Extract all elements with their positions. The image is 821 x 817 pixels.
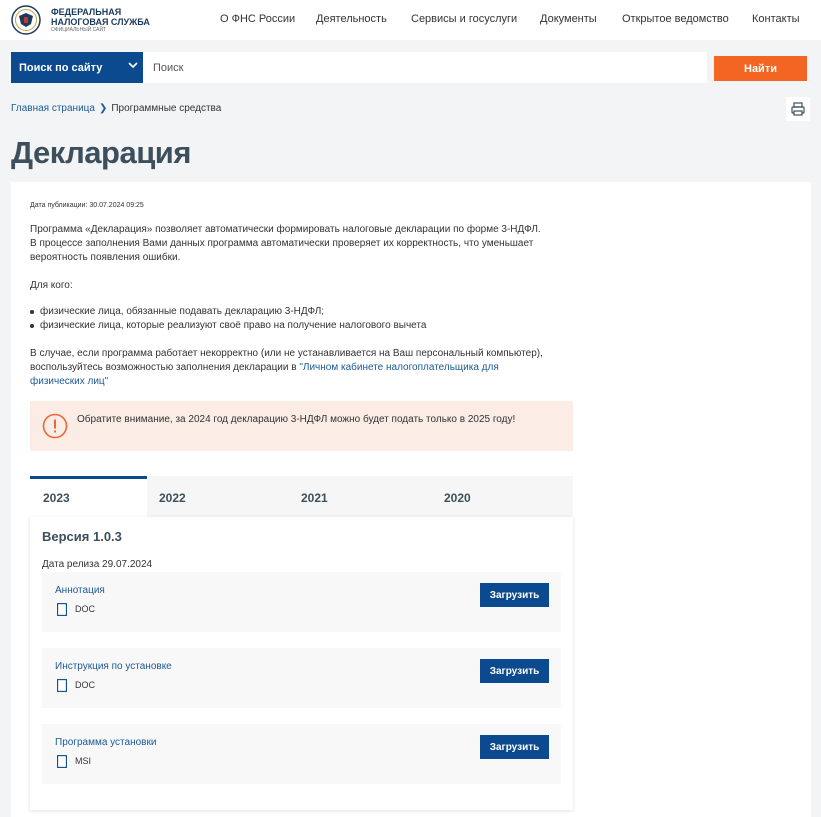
notice-banner: Обратите внимание, за 2024 год деклараци…	[30, 401, 573, 451]
intro-line: Программа «Декларация» позволяет автомат…	[30, 224, 541, 235]
for-whom-label: Для кого:	[30, 280, 73, 291]
audience-list: физические лица, обязанные подавать декл…	[30, 305, 426, 333]
logo-subtitle: ОФИЦИАЛЬНЫЙ САЙТ	[51, 27, 107, 33]
content-card: Дата публикации: 30.07.2024 09:25 Програ…	[11, 182, 811, 817]
search-button[interactable]: Найти	[714, 56, 807, 81]
file-row-instruction: Инструкция по установке DOC Загрузить	[42, 648, 561, 708]
nav-open-agency[interactable]: Открытое ведомство	[622, 13, 729, 25]
document-icon	[57, 603, 67, 616]
nav-documents[interactable]: Документы	[540, 13, 597, 25]
release-date: Дата релиза 29.07.2024	[42, 559, 153, 570]
file-type: MSI	[75, 756, 92, 766]
download-annotation-button[interactable]: Загрузить	[480, 583, 549, 607]
download-instruction-button[interactable]: Загрузить	[480, 659, 549, 683]
fallback-line: воспользуйтесь возможностью заполнения д…	[30, 362, 300, 373]
search-scope-select[interactable]: Поиск по сайту	[11, 52, 143, 83]
file-link-installer[interactable]: Программа установки	[55, 737, 156, 748]
publication-date: Дата публикации: 30.07.2024 09:25	[30, 202, 144, 209]
version-title: Версия 1.0.3	[42, 529, 122, 544]
file-row-annotation: Аннотация DOC Загрузить	[42, 572, 561, 632]
info-circle-icon	[42, 413, 68, 439]
notice-text: Обратите внимание, за 2024 год деклараци…	[77, 414, 516, 425]
tab-panel-2023: Версия 1.0.3 Дата релиза 29.07.2024 Анно…	[30, 517, 573, 810]
site-header: ФЕДЕРАЛЬНАЯ НАЛОГОВАЯ СЛУЖБА ОФИЦИАЛЬНЫЙ…	[0, 0, 821, 40]
document-icon	[57, 755, 67, 768]
file-type: DOC	[75, 604, 95, 614]
document-icon	[57, 679, 67, 692]
logo-title-line1: ФЕДЕРАЛЬНАЯ	[51, 7, 122, 17]
nav-services[interactable]: Сервисы и госуслуги	[411, 13, 517, 25]
breadcrumb: Главная страница ❯ Программные средства	[11, 103, 221, 114]
breadcrumb-current: Программные средства	[111, 103, 222, 114]
breadcrumb-home[interactable]: Главная страница	[11, 103, 95, 114]
file-row-installer: Программа установки MSI Загрузить	[42, 724, 561, 784]
file-type: DOC	[75, 680, 95, 690]
download-installer-button[interactable]: Загрузить	[480, 735, 549, 759]
fns-emblem-icon[interactable]	[10, 5, 42, 35]
list-item: физические лица, которые реализуют своё …	[30, 319, 426, 333]
taxpayer-cabinet-link[interactable]: физических лиц"	[30, 376, 108, 387]
file-link-instruction[interactable]: Инструкция по установке	[55, 661, 172, 672]
tab-2023[interactable]: 2023	[30, 476, 147, 517]
list-item: физические лица, обязанные подавать декл…	[30, 305, 426, 319]
intro-paragraph: Программа «Декларация» позволяет автомат…	[30, 223, 541, 265]
print-button[interactable]	[786, 97, 810, 121]
page-title: Декларация	[11, 135, 191, 170]
tab-2020[interactable]: 2020	[444, 476, 471, 517]
site-logo[interactable]: ФЕДЕРАЛЬНАЯ НАЛОГОВАЯ СЛУЖБА ОФИЦИАЛЬНЫЙ…	[51, 7, 150, 34]
nav-about[interactable]: О ФНС России	[220, 13, 295, 25]
chevron-right-icon: ❯	[98, 103, 108, 114]
search-input[interactable]	[143, 52, 707, 83]
nav-contacts[interactable]: Контакты	[752, 13, 800, 25]
search-bar: Поиск по сайту Найти	[0, 52, 821, 84]
year-tabs: 2023 2022 2021 2020	[30, 476, 573, 517]
logo-title-line2: НАЛОГОВАЯ СЛУЖБА	[51, 17, 150, 27]
fallback-paragraph: В случае, если программа работает некорр…	[30, 347, 543, 389]
printer-icon	[791, 102, 805, 116]
chevron-down-icon	[128, 62, 138, 69]
intro-line: вероятность появления ошибки.	[30, 252, 181, 263]
file-link-annotation[interactable]: Аннотация	[55, 585, 105, 596]
tab-2022[interactable]: 2022	[159, 476, 186, 517]
search-scope-label: Поиск по сайту	[19, 62, 103, 74]
fallback-line: В случае, если программа работает некорр…	[30, 348, 543, 359]
intro-line: В процессе заполнения Вами данных програ…	[30, 238, 534, 249]
taxpayer-cabinet-link[interactable]: "Личном кабинете налогоплательщика для	[299, 362, 498, 373]
tab-2021[interactable]: 2021	[301, 476, 328, 517]
nav-activity[interactable]: Деятельность	[316, 13, 387, 25]
